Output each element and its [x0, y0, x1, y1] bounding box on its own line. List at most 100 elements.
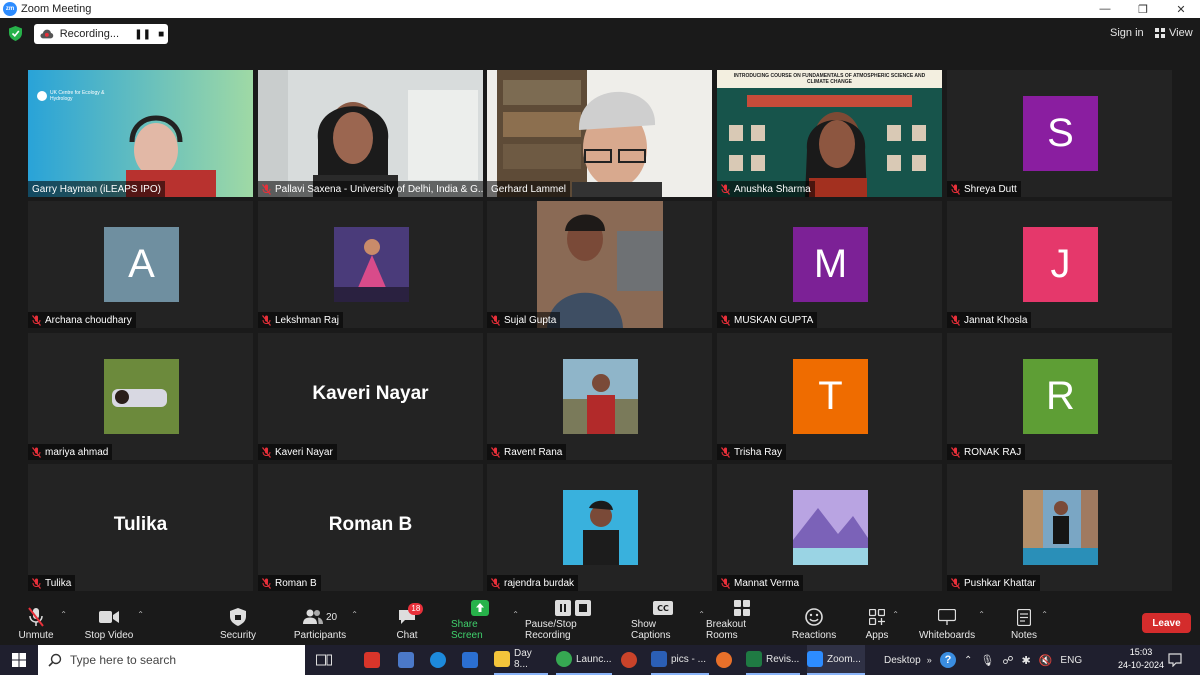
volume-muted-icon[interactable]: 🔇 — [1039, 654, 1053, 667]
participant-tile[interactable]: J Jannat Khosla — [947, 201, 1172, 328]
reactions-button[interactable]: Reactions — [792, 600, 836, 645]
powerpoint-icon — [621, 652, 637, 668]
desktop-toolbar[interactable]: Desktop» — [884, 645, 932, 675]
taskbar-powerpoint[interactable] — [621, 645, 641, 675]
breakout-rooms-button[interactable]: Breakout Rooms — [706, 600, 778, 645]
help-icon[interactable]: ? — [940, 652, 956, 668]
leave-button[interactable]: Leave — [1142, 613, 1191, 633]
participant-tile[interactable]: Pallavi Saxena - University of Delhi, In… — [258, 70, 483, 197]
close-button[interactable]: ✕ — [1162, 0, 1200, 18]
participant-tile[interactable]: mariya ahmad — [28, 333, 253, 460]
taskbar-search-input[interactable]: Type here to search — [38, 645, 305, 675]
pause-recording-button[interactable]: ❚❚ — [134, 29, 151, 40]
participant-nametag: Trisha Ray — [717, 444, 786, 460]
taskbar-explorer-day8[interactable]: Day 8... — [494, 645, 548, 675]
whiteboards-button[interactable]: Whiteboards ⌃ — [918, 600, 985, 645]
smiley-reaction-icon — [803, 607, 825, 627]
show-captions-button[interactable]: CC Show Captions ⌃ — [631, 600, 705, 645]
taskbar-edge[interactable] — [430, 645, 450, 675]
taskbar-chrome-launch[interactable]: Launc... — [556, 645, 612, 675]
participant-tile[interactable]: Mannat Verma — [717, 464, 942, 591]
participant-tile[interactable]: Kaveri Nayar Kaveri Nayar — [258, 333, 483, 460]
muted-mic-icon — [32, 314, 41, 326]
edge-browser-icon — [430, 652, 446, 668]
muted-mic-icon — [262, 183, 271, 195]
participant-nametag: Sujal Gupta — [487, 312, 561, 328]
stop-recording-button[interactable]: ■ — [154, 29, 168, 40]
notes-button[interactable]: Notes ⌃ — [1010, 600, 1048, 645]
language-indicator[interactable]: ENG — [1060, 655, 1082, 666]
taskbar-app-label: pics - ... — [671, 653, 707, 665]
participant-tile[interactable]: rajendra burdak — [487, 464, 712, 591]
muted-mic-icon — [721, 183, 730, 195]
taskbar-zoom[interactable]: Zoom... — [807, 645, 865, 675]
restore-button[interactable]: ❐ — [1124, 0, 1162, 18]
participant-tile[interactable]: Ravent Rana — [487, 333, 712, 460]
taskbar-mail[interactable] — [462, 645, 482, 675]
participant-tile[interactable]: M MUSKAN GUPTA — [717, 201, 942, 328]
participant-tile[interactable]: Sujal Gupta — [487, 201, 712, 328]
microphone-icon[interactable]: 🎙 — [980, 654, 994, 667]
taskbar-pdf-reader[interactable] — [364, 645, 384, 675]
stop-video-button[interactable]: Stop Video ⌃ — [84, 600, 144, 645]
encryption-shield-icon[interactable] — [9, 26, 22, 41]
taskbar-app-label: Launc... — [576, 653, 612, 665]
video-options-caret-icon[interactable]: ⌃ — [137, 610, 144, 619]
captions-caret-icon[interactable]: ⌃ — [698, 610, 705, 619]
sign-in-link[interactable]: Sign in — [1110, 27, 1144, 39]
participants-caret-icon[interactable]: ⌃ — [351, 610, 358, 619]
security-shield-icon — [227, 607, 249, 627]
chevron-up-icon[interactable]: ⌃ — [964, 655, 972, 666]
participant-tile[interactable]: Tulika Tulika — [28, 464, 253, 591]
taskbar-date: 24-10-2024 — [1117, 660, 1165, 670]
participant-nametag: Garry Hayman (iLEAPS IPO) — [28, 181, 165, 197]
share-options-caret-icon[interactable]: ⌃ — [512, 610, 519, 619]
taskbar-clock[interactable]: 15:03 24-10-2024 — [1116, 646, 1166, 672]
participant-tile[interactable]: T Trisha Ray — [717, 333, 942, 460]
taskbar-app-icon[interactable] — [398, 645, 418, 675]
apps-button[interactable]: Apps ⌃ — [865, 600, 899, 645]
breakout-rooms-label: Breakout Rooms — [706, 619, 747, 641]
windows-start-button[interactable] — [0, 645, 38, 675]
view-button[interactable]: View — [1155, 27, 1193, 39]
video-poster-text: INTRODUCING COURSE ON FUNDAMENTALS OF AT… — [733, 73, 926, 85]
muted-mic-icon — [721, 446, 730, 458]
participant-name: Ravent Rana — [504, 446, 563, 458]
taskbar-word-pics[interactable]: pics - ... — [651, 645, 709, 675]
video-feed — [258, 70, 483, 197]
participant-tile[interactable]: Pushkar Khattar — [947, 464, 1172, 591]
excel-icon — [746, 651, 762, 667]
taskbar-excel-revis[interactable]: Revis... — [746, 645, 800, 675]
participant-tile[interactable]: INTRODUCING COURSE ON FUNDAMENTALS OF AT… — [717, 70, 942, 197]
audio-options-caret-icon[interactable]: ⌃ — [60, 610, 67, 619]
pause-stop-recording-button[interactable]: Pause/Stop Recording — [525, 600, 621, 645]
pause-stop-recording-label: Pause/Stop Recording — [525, 619, 577, 641]
participants-button[interactable]: 20 Participants ⌃ — [292, 600, 358, 645]
whiteboards-label: Whiteboards — [918, 630, 976, 641]
participant-tile[interactable]: R RONAK RAJ — [947, 333, 1172, 460]
apps-caret-icon[interactable]: ⌃ — [892, 610, 899, 619]
notes-caret-icon[interactable]: ⌃ — [1041, 610, 1048, 619]
participant-tile[interactable]: Gerhard Lammel — [487, 70, 712, 197]
security-button[interactable]: Security — [218, 600, 258, 645]
notifications-button[interactable] — [1168, 645, 1182, 675]
taskbar-firefox[interactable] — [716, 645, 736, 675]
minimize-button[interactable]: — — [1086, 0, 1124, 18]
chat-button[interactable]: 18 Chat — [393, 600, 424, 645]
video-camera-icon — [98, 607, 120, 627]
participant-nametag: Roman B — [258, 575, 321, 591]
unmute-button[interactable]: Unmute ⌃ — [15, 600, 67, 645]
show-captions-label: Show Captions — [631, 619, 671, 641]
share-screen-button[interactable]: Share Screen ⌃ — [451, 600, 519, 645]
closed-captions-icon: CC — [652, 600, 674, 616]
participant-tile[interactable]: Lekshman Raj — [258, 201, 483, 328]
participant-tile[interactable]: UK Centre for Ecology & Hydrology Garry H… — [28, 70, 253, 197]
participant-tile[interactable]: S Shreya Dutt — [947, 70, 1172, 197]
bluetooth-icon[interactable]: ✱ — [1022, 654, 1031, 667]
participant-tile[interactable]: Roman B Roman B — [258, 464, 483, 591]
search-placeholder: Type here to search — [70, 653, 177, 667]
task-view-button[interactable] — [316, 645, 332, 675]
network-icon[interactable]: ☍ — [1002, 654, 1013, 667]
participant-tile[interactable]: A Archana choudhary — [28, 201, 253, 328]
whiteboards-caret-icon[interactable]: ⌃ — [978, 610, 985, 619]
